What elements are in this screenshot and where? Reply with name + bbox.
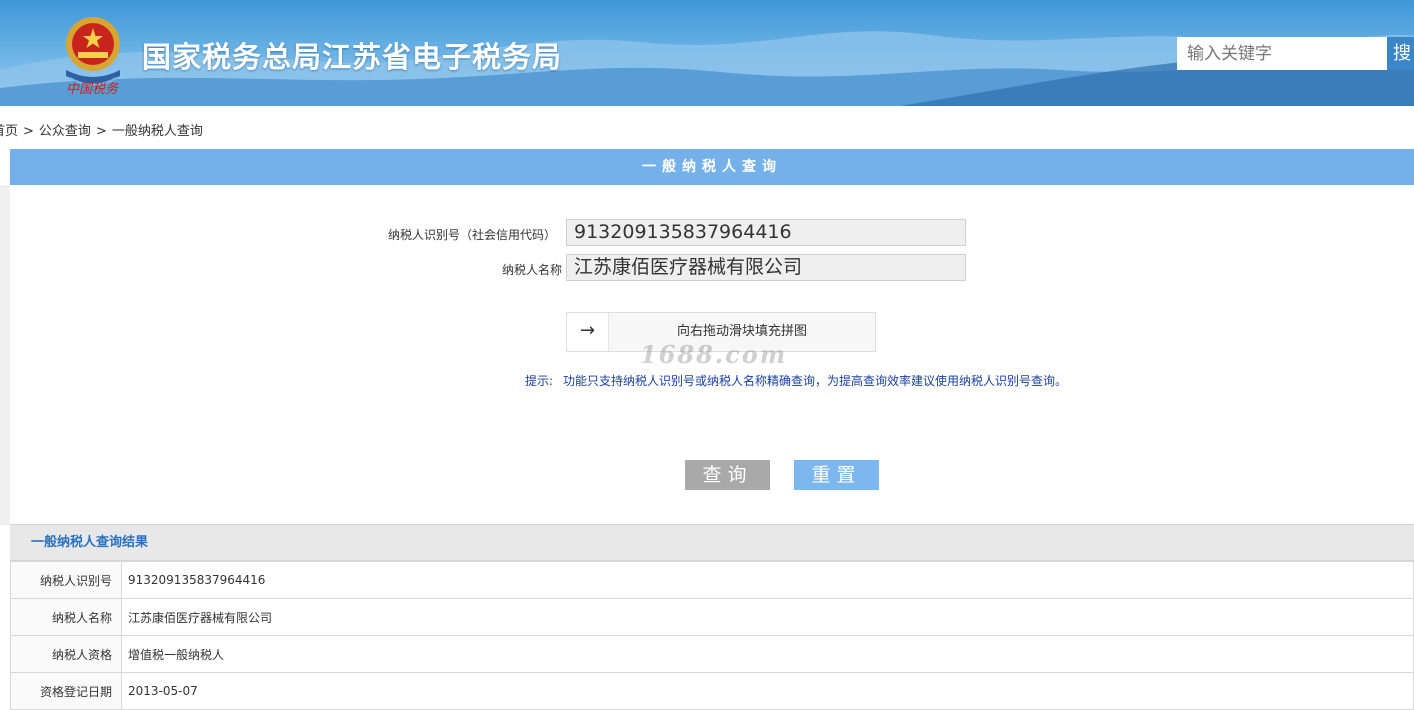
- site-banner: 中国税务 国家税务总局江苏省电子税务局 搜: [0, 0, 1414, 106]
- result-value: 增值税一般纳税人: [121, 635, 1414, 673]
- table-row: 纳税人名称 江苏康佰医疗器械有限公司: [10, 598, 1414, 636]
- result-value: 2013-05-07: [121, 672, 1414, 710]
- taxpayer-id-label: 纳税人识别号（社会信用代码）: [387, 228, 556, 242]
- breadcrumb-home-link[interactable]: 首页: [0, 120, 18, 139]
- breadcrumb-current: 一般纳税人查询: [111, 124, 203, 139]
- query-button[interactable]: 查询: [685, 460, 770, 490]
- taxpayer-name-label: 纳税人名称: [501, 263, 562, 277]
- hint-text: 功能只支持纳税人识别号或纳税人名称精确查询，为提高查询效率建议使用纳税人识别号查…: [563, 374, 1068, 388]
- breadcrumb-public-query-link[interactable]: 公众查询: [39, 120, 91, 139]
- emblem-caption: 中国税务: [66, 82, 119, 97]
- table-row: 纳税人资格 增值税一般纳税人: [10, 635, 1414, 673]
- taxpayer-id-input[interactable]: 913209135837964416: [566, 219, 966, 246]
- taxpayer-name-input[interactable]: 江苏康佰医疗器械有限公司: [566, 254, 966, 281]
- watermark: 1688.com: [640, 340, 788, 369]
- result-title: 一般纳税人查询结果: [10, 524, 1414, 561]
- result-table: 纳税人识别号 913209135837964416 纳税人名称 江苏康佰医疗器械…: [10, 561, 1414, 710]
- slider-handle-arrow-icon[interactable]: →: [567, 313, 609, 351]
- breadcrumb-separator: >: [23, 124, 34, 139]
- breadcrumb: 首页 > 公众查询 > 一般纳税人查询: [0, 120, 203, 140]
- breadcrumb-separator: >: [95, 124, 107, 139]
- result-key: 纳税人识别号: [10, 561, 122, 599]
- result-value: 913209135837964416: [121, 561, 1414, 599]
- result-key: 纳税人名称: [10, 598, 122, 636]
- panel-left-border: [0, 185, 10, 525]
- query-hint: 提示: 功能只支持纳税人识别号或纳税人名称精确查询，为提高查询效率建议使用纳税人识…: [525, 372, 1067, 389]
- table-row: 纳税人识别号 913209135837964416: [10, 561, 1414, 599]
- site-title: 国家税务总局江苏省电子税务局: [142, 40, 563, 74]
- query-panel-title: 一般纳税人查询: [10, 149, 1414, 185]
- hint-label: 提示:: [525, 374, 554, 388]
- result-key: 纳税人资格: [10, 635, 122, 673]
- search-input[interactable]: [1177, 37, 1387, 70]
- result-key: 资格登记日期: [10, 672, 122, 710]
- reset-button[interactable]: 重置: [794, 460, 879, 490]
- result-value: 江苏康佰医疗器械有限公司: [121, 598, 1414, 636]
- table-row: 资格登记日期 2013-05-07: [10, 672, 1414, 710]
- search-button[interactable]: 搜: [1387, 37, 1414, 70]
